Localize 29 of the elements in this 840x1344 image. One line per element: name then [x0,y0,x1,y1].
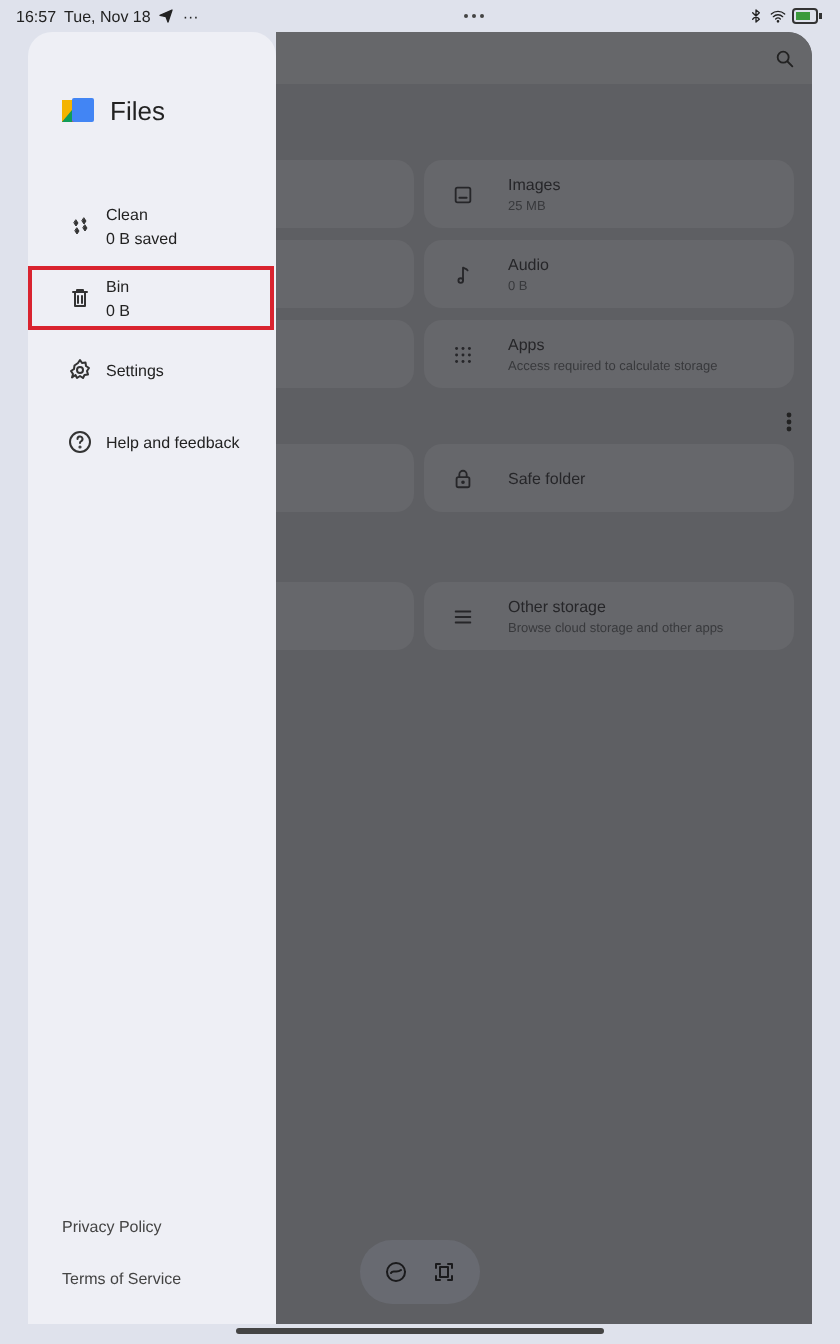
apps-grid-icon [452,343,474,365]
drawer-item[interactable]: Bin 0 B [28,266,274,330]
trash-icon [68,286,92,310]
image-icon [452,183,474,205]
gear-icon [68,358,92,382]
bluetooth-icon [748,8,764,24]
sparkle-icon [68,214,92,238]
app-title: Files [110,95,165,125]
sync-circle-icon [384,1260,408,1284]
battery-icon [792,8,824,24]
status-time: 16:57 [16,7,57,25]
music-note-icon [452,263,474,285]
status-date: Tue, Nov 18 [64,7,151,25]
list-icon [452,605,474,627]
search-icon [774,47,796,69]
drawer-item[interactable]: Help and feedback [28,410,274,474]
more-icon[interactable] [786,412,792,432]
drawer-item[interactable]: Settings [28,338,274,402]
lock-icon [452,467,474,489]
help-icon [68,430,92,454]
footer-link[interactable]: Privacy Policy [62,1218,276,1236]
send-icon [158,8,175,24]
status-overflow: ··· [182,7,199,25]
scan-frame-icon [432,1260,456,1284]
files-logo [62,98,94,122]
footer-link[interactable]: Terms of Service [62,1270,276,1288]
wifi-icon [770,8,786,24]
drawer-item[interactable]: Clean 0 B saved [28,194,274,258]
dots-icon [461,12,486,20]
